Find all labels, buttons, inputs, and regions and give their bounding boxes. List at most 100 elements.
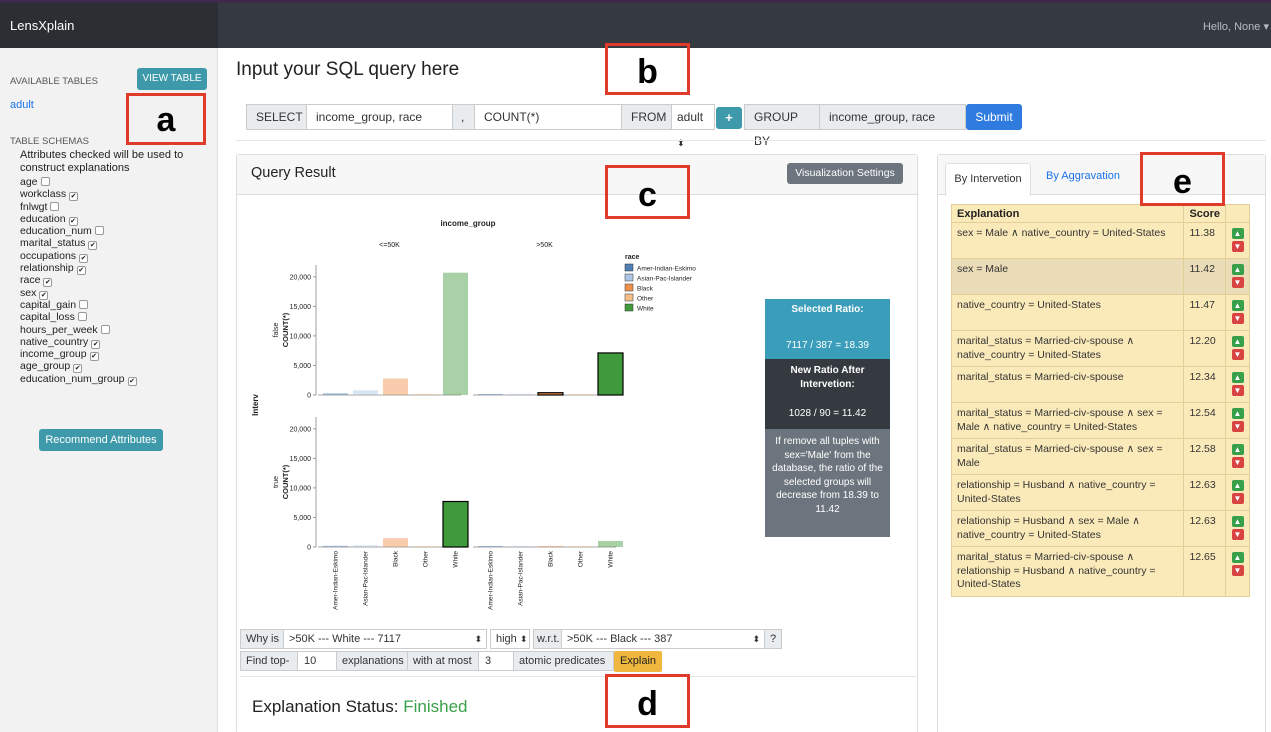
table-row[interactable]: marital_status = Married-civ-spouse ∧ re… bbox=[950, 546, 1250, 597]
available-tables-label: AVAILABLE TABLES bbox=[10, 76, 99, 87]
attribute-checkbox[interactable] bbox=[50, 201, 60, 211]
select-arrows-icon: ⬍ bbox=[519, 634, 528, 644]
attribute-list: age workclass ✔ fnlwgt education ✔ education_n… bbox=[20, 176, 137, 386]
chart-bar bbox=[508, 393, 533, 395]
table-row[interactable]: marital_status = Married-civ-spouse 12.34… bbox=[950, 366, 1250, 403]
thumbs-down-icon[interactable]: ▼ bbox=[1231, 493, 1244, 504]
attribute-item: age bbox=[20, 176, 137, 188]
attribute-item: race ✔ bbox=[20, 274, 137, 288]
view-table-button[interactable]: VIEW TABLE bbox=[137, 68, 207, 90]
from-table-select[interactable]: adult ⬍ bbox=[671, 104, 715, 148]
select-columns-input[interactable]: income_group, race bbox=[306, 104, 453, 130]
query-result-title: Query Result bbox=[251, 165, 336, 181]
thumbs-down-icon[interactable]: ▼ bbox=[1231, 385, 1244, 396]
help-button[interactable]: ? bbox=[764, 629, 782, 649]
thumbs-down-icon[interactable]: ▼ bbox=[1231, 349, 1244, 360]
atomic-predicates-label: atomic predicates bbox=[513, 651, 614, 671]
explanation-status: Explanation Status: Finished bbox=[252, 697, 467, 717]
explanations-label: explanations bbox=[336, 651, 408, 671]
table-schemas-label: TABLE SCHEMAS bbox=[10, 136, 90, 147]
explain-button[interactable]: Explain bbox=[614, 651, 662, 672]
attribute-item: hours_per_week bbox=[20, 324, 137, 336]
thumbs-down-icon[interactable]: ▼ bbox=[1231, 277, 1244, 288]
attribute-checkbox[interactable] bbox=[40, 177, 50, 186]
group2-select[interactable]: >50K --- Black --- 387 ⬍ bbox=[561, 629, 765, 649]
attribute-item: sex ✔ bbox=[20, 287, 137, 300]
thumbs-down-icon[interactable]: ▼ bbox=[1231, 529, 1244, 540]
thumbs-up-icon[interactable]: ▲ bbox=[1231, 228, 1244, 239]
table-row[interactable]: marital_status = Married-civ-spouse ∧ na… bbox=[950, 330, 1250, 367]
explanation-cell: marital_status = Married-civ-spouse ∧ se… bbox=[950, 438, 1185, 475]
attribute-checkbox[interactable]: ✔ bbox=[89, 352, 99, 362]
legend-swatch bbox=[624, 283, 634, 292]
group1-select[interactable]: >50K --- White --- 7117 ⬍ bbox=[283, 629, 487, 649]
table-row[interactable]: native_country = United-States 11.47 ▲ ▼ bbox=[950, 294, 1250, 331]
thumbs-up-icon[interactable]: ▲ bbox=[1231, 444, 1244, 455]
table-row[interactable]: marital_status = Married-civ-spouse ∧ se… bbox=[950, 438, 1250, 475]
tab-by-intervention[interactable]: By Intervetion bbox=[945, 163, 1031, 196]
thumbs-down-icon[interactable]: ▼ bbox=[1231, 457, 1244, 468]
attribute-checkbox[interactable] bbox=[94, 226, 104, 236]
attribute-name: capital_loss bbox=[20, 311, 75, 324]
aggregate-input[interactable]: COUNT(*) bbox=[474, 104, 622, 130]
new-ratio-value: 1028 / 90 = 11.42 bbox=[765, 399, 890, 429]
thumbs-up-icon[interactable]: ▲ bbox=[1231, 372, 1244, 383]
visualization-settings-button[interactable]: Visualization Settings bbox=[787, 163, 903, 184]
attribute-checkbox[interactable] bbox=[77, 312, 87, 322]
thumbs-down-icon[interactable]: ▼ bbox=[1231, 241, 1244, 252]
thumbs-up-icon[interactable]: ▲ bbox=[1231, 408, 1244, 419]
y-tick-label: 20,000 bbox=[290, 426, 312, 433]
explanations-table: Explanation Score sex = Male ∧ native_co… bbox=[950, 204, 1250, 597]
explanation-cell: marital_status = Married-civ-spouse ∧ na… bbox=[950, 330, 1185, 367]
submit-button[interactable]: Submit bbox=[966, 104, 1022, 130]
section-divider bbox=[236, 140, 1266, 141]
user-menu[interactable]: Hello, None ▾ bbox=[1203, 20, 1269, 33]
thumbs-down-icon[interactable]: ▼ bbox=[1231, 421, 1244, 432]
attribute-checkbox[interactable] bbox=[79, 299, 89, 309]
thumbs-up-icon[interactable]: ▲ bbox=[1231, 516, 1244, 527]
recommend-attributes-button[interactable]: Recommend Attributes bbox=[39, 429, 163, 451]
thumbs-up-icon[interactable]: ▲ bbox=[1231, 552, 1244, 563]
app-brand[interactable]: LensXplain bbox=[10, 18, 74, 33]
thumbs-down-icon[interactable]: ▼ bbox=[1231, 313, 1244, 324]
attribute-checkbox[interactable]: ✔ bbox=[69, 192, 79, 202]
legend-item: Other bbox=[637, 296, 654, 303]
tab-by-aggravation[interactable]: By Aggravation bbox=[1046, 170, 1120, 182]
direction-select[interactable]: high ⬍ bbox=[490, 629, 530, 649]
attribute-item: education_num bbox=[20, 225, 137, 237]
page-title: Input your SQL query here bbox=[236, 59, 460, 80]
feedback-cell: ▲ ▼ bbox=[1225, 222, 1250, 259]
table-row[interactable]: relationship = Husband ∧ native_country … bbox=[950, 474, 1250, 511]
top-k-input[interactable]: 10 bbox=[297, 651, 337, 671]
table-link-adult[interactable]: adult bbox=[10, 99, 34, 111]
thumbs-up-icon[interactable]: ▲ bbox=[1231, 480, 1244, 491]
predicates-input[interactable]: 3 bbox=[478, 651, 514, 671]
thumbs-up-icon[interactable]: ▲ bbox=[1231, 264, 1244, 275]
thumbs-down-icon[interactable]: ▼ bbox=[1231, 565, 1244, 576]
attribute-checkbox[interactable]: ✔ bbox=[127, 376, 137, 386]
table-row[interactable]: sex = Male 11.42 ▲ ▼ bbox=[950, 258, 1250, 295]
thumbs-up-icon[interactable]: ▲ bbox=[1231, 336, 1244, 347]
attribute-checkbox[interactable]: ✔ bbox=[76, 266, 86, 276]
add-aggregate-button[interactable]: + bbox=[716, 107, 742, 129]
thumbs-up-icon[interactable]: ▲ bbox=[1231, 300, 1244, 311]
table-row[interactable]: relationship = Husband ∧ sex = Male ∧ na… bbox=[950, 510, 1250, 547]
brand-area: LensXplain bbox=[0, 3, 218, 48]
explanations-table-body: sex = Male ∧ native_country = United-Sta… bbox=[950, 222, 1250, 597]
query-result-chart[interactable]: income_group<=50K >50KIntervfalse COUNT(*)… bbox=[240, 210, 720, 620]
attribute-checkbox[interactable] bbox=[100, 324, 110, 334]
feedback-cell: ▲ ▼ bbox=[1225, 510, 1250, 547]
y-tick-label: 0 bbox=[307, 393, 311, 400]
attribute-checkbox[interactable]: ✔ bbox=[88, 241, 98, 251]
feedback-cell: ▲ ▼ bbox=[1225, 258, 1250, 295]
score-cell: 12.34 bbox=[1183, 366, 1227, 403]
attribute-item: capital_gain bbox=[20, 299, 137, 311]
feedback-cell: ▲ ▼ bbox=[1225, 366, 1250, 403]
attribute-name: education bbox=[20, 212, 66, 225]
from-label: FROM bbox=[621, 104, 672, 130]
group-by-input[interactable]: income_group, race bbox=[819, 104, 966, 130]
table-row[interactable]: sex = Male ∧ native_country = United-Sta… bbox=[950, 222, 1250, 259]
table-row[interactable]: marital_status = Married-civ-spouse ∧ se… bbox=[950, 402, 1250, 439]
chart-bar bbox=[323, 545, 348, 547]
legend-swatch bbox=[624, 263, 634, 272]
